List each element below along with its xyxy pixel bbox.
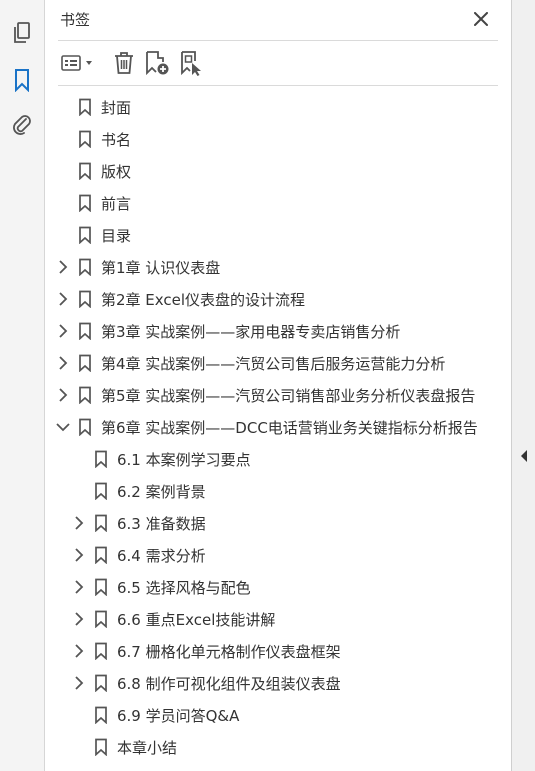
chevron-down-icon[interactable] <box>56 419 70 435</box>
bookmark-label: 第2章 Excel仪表盘的设计流程 <box>101 291 306 309</box>
attachment-icon[interactable] <box>8 111 36 139</box>
chevron-right-icon[interactable] <box>72 579 86 595</box>
bookmark-item[interactable]: 第2章 Excel仪表盘的设计流程 <box>45 283 511 315</box>
bookmark-label: 6.4 需求分析 <box>117 547 206 565</box>
bookmark-item[interactable]: 第5章 实战案例——汽贸公司销售部业务分析仪表盘报告 <box>45 379 511 411</box>
options-menu-icon[interactable] <box>60 50 96 76</box>
bookmark-label: 6.6 重点Excel技能讲解 <box>117 611 276 629</box>
delete-icon[interactable] <box>112 50 136 76</box>
left-navigation-rail <box>0 0 45 771</box>
bookmark-item[interactable]: 6.4 需求分析 <box>45 539 511 571</box>
bookmark-icon <box>94 610 108 629</box>
bookmark-icon <box>94 482 108 501</box>
bookmark-label: 6.3 准备数据 <box>117 515 206 533</box>
chevron-right-icon[interactable] <box>72 515 86 531</box>
bookmark-icon <box>94 546 108 565</box>
bookmark-label: 书名 <box>101 131 132 149</box>
bookmark-icon <box>94 738 108 757</box>
bookmark-icon <box>78 226 92 245</box>
bookmark-label: 第4章 实战案例——汽贸公司售后服务运营能力分析 <box>101 355 446 373</box>
bookmarks-panel: 书签 封面 书名 版权 前言 目录 第1章 认识仪表盘 第2章 Excel仪表盘… <box>45 0 511 771</box>
bookmark-label: 第6章 实战案例——DCC电话营销业务关键指标分析报告 <box>101 419 478 437</box>
bookmark-icon <box>78 194 92 213</box>
bookmark-label: 版权 <box>101 163 132 181</box>
bookmark-item[interactable]: 6.7 栅格化单元格制作仪表盘框架 <box>45 635 511 667</box>
new-bookmark-from-structure-icon[interactable] <box>178 50 204 76</box>
bookmark-icon <box>94 514 108 533</box>
panel-header: 书签 <box>45 0 511 38</box>
bookmark-item[interactable]: 封面 <box>45 91 511 123</box>
bookmark-icon <box>78 418 92 437</box>
bookmark-icon <box>94 706 108 725</box>
bookmark-label: 封面 <box>101 99 132 117</box>
bookmark-item[interactable]: 6.8 制作可视化组件及组装仪表盘 <box>45 667 511 699</box>
bookmark-icon <box>94 578 108 597</box>
chevron-right-icon[interactable] <box>56 387 70 403</box>
bookmark-icon <box>94 674 108 693</box>
bookmark-item[interactable]: 书名 <box>45 123 511 155</box>
bookmark-label: 6.2 案例背景 <box>117 483 206 501</box>
bookmark-label: 目录 <box>101 227 132 245</box>
bookmark-icon[interactable] <box>8 66 36 94</box>
chevron-right-icon[interactable] <box>56 323 70 339</box>
bookmark-icon <box>78 354 92 373</box>
bookmark-label: 第3章 实战案例——家用电器专卖店销售分析 <box>101 323 401 341</box>
bookmark-toolbar <box>58 40 498 86</box>
bookmark-item[interactable]: 本章小结 <box>45 731 511 763</box>
bookmark-item[interactable]: 第6章 实战案例——DCC电话营销业务关键指标分析报告 <box>45 411 511 443</box>
chevron-right-icon[interactable] <box>72 675 86 691</box>
panel-splitter[interactable] <box>511 0 535 771</box>
bookmark-icon <box>78 290 92 309</box>
bookmark-label: 第1章 认识仪表盘 <box>101 259 221 277</box>
bookmark-label: 6.7 栅格化单元格制作仪表盘框架 <box>117 643 341 661</box>
bookmark-item[interactable]: 目录 <box>45 219 511 251</box>
bookmark-icon <box>78 322 92 341</box>
bookmark-icon <box>78 162 92 181</box>
bookmark-item[interactable]: 6.6 重点Excel技能讲解 <box>45 603 511 635</box>
collapse-panel-icon[interactable] <box>517 448 531 464</box>
bookmark-label: 6.8 制作可视化组件及组装仪表盘 <box>117 675 341 693</box>
panel-title: 书签 <box>60 11 91 29</box>
bookmark-icon <box>94 642 108 661</box>
chevron-right-icon[interactable] <box>56 291 70 307</box>
bookmark-label: 6.1 本案例学习要点 <box>117 451 251 469</box>
bookmark-item[interactable]: 前言 <box>45 187 511 219</box>
bookmark-icon <box>78 98 92 117</box>
chevron-right-icon[interactable] <box>72 611 86 627</box>
bookmark-icon <box>78 130 92 149</box>
bookmark-icon <box>94 450 108 469</box>
bookmark-item[interactable]: 第4章 实战案例——汽贸公司售后服务运营能力分析 <box>45 347 511 379</box>
bookmark-item[interactable]: 6.1 本案例学习要点 <box>45 443 511 475</box>
bookmark-item[interactable]: 6.2 案例背景 <box>45 475 511 507</box>
bookmark-item[interactable]: 6.5 选择风格与配色 <box>45 571 511 603</box>
bookmark-icon <box>78 386 92 405</box>
pages-icon[interactable] <box>8 19 36 47</box>
bookmark-item[interactable]: 第3章 实战案例——家用电器专卖店销售分析 <box>45 315 511 347</box>
bookmark-item[interactable]: 6.3 准备数据 <box>45 507 511 539</box>
bookmark-label: 第5章 实战案例——汽贸公司销售部业务分析仪表盘报告 <box>101 387 476 405</box>
bookmark-label: 本章小结 <box>117 739 178 757</box>
close-icon[interactable] <box>470 8 492 30</box>
bookmark-item[interactable]: 6.9 学员问答Q&A <box>45 699 511 731</box>
chevron-right-icon[interactable] <box>72 547 86 563</box>
chevron-right-icon[interactable] <box>56 355 70 371</box>
chevron-right-icon[interactable] <box>72 643 86 659</box>
bookmark-item[interactable]: 第1章 认识仪表盘 <box>45 251 511 283</box>
new-bookmark-icon[interactable] <box>144 50 170 76</box>
bookmark-icon <box>78 258 92 277</box>
chevron-right-icon[interactable] <box>56 259 70 275</box>
bookmark-label: 6.5 选择风格与配色 <box>117 579 251 597</box>
bookmark-item[interactable]: 版权 <box>45 155 511 187</box>
bookmark-label: 前言 <box>101 195 132 213</box>
bookmark-label: 6.9 学员问答Q&A <box>117 707 240 725</box>
